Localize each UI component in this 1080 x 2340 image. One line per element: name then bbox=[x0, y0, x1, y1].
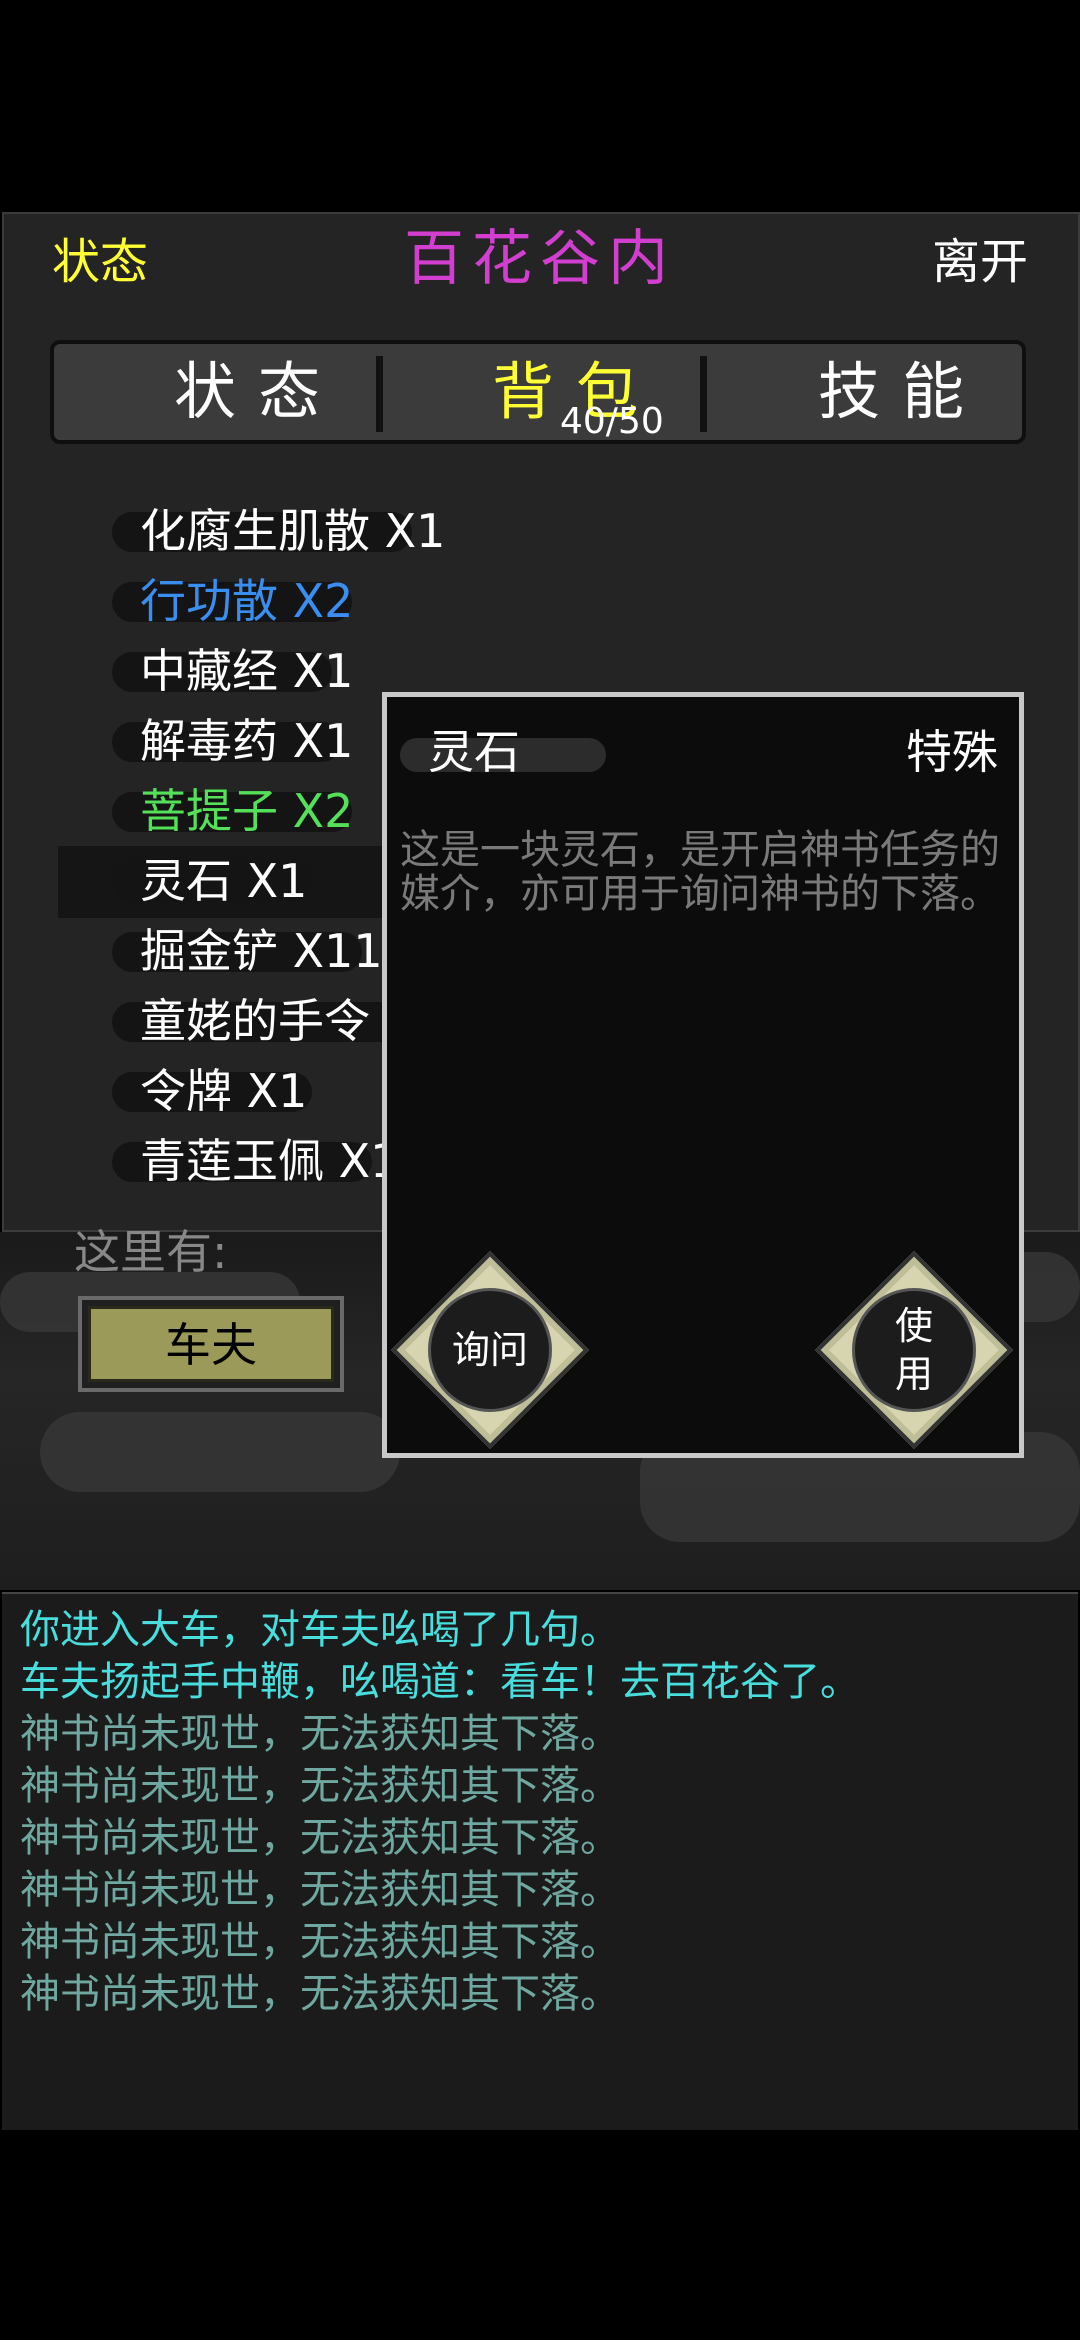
item-type: 特殊 bbox=[906, 725, 998, 779]
tab-bar: 状态 背包 技能 bbox=[50, 340, 1026, 444]
inventory-item[interactable]: 菩提子 X2 bbox=[140, 780, 353, 842]
tab-skills[interactable]: 技能 bbox=[742, 344, 1062, 440]
log-line: 神书尚未现世，无法获知其下落。 bbox=[20, 1711, 620, 1757]
use-label: 使 用 bbox=[852, 1288, 976, 1412]
bag-capacity: 40/50 bbox=[560, 401, 664, 442]
log-line: 你进入大车，对车夫吆喝了几句。 bbox=[20, 1607, 620, 1653]
inventory-item[interactable]: 令牌 X1 bbox=[140, 1060, 307, 1122]
log-line: 神书尚未现世，无法获知其下落。 bbox=[20, 1815, 620, 1861]
inventory-item[interactable]: 掘金铲 X11 bbox=[140, 920, 383, 982]
npc-coachman-button[interactable]: 车夫 bbox=[78, 1296, 344, 1392]
log-line: 神书尚未现世，无法获知其下落。 bbox=[20, 1763, 620, 1809]
inventory-item[interactable]: 灵石 X1 bbox=[140, 850, 307, 912]
tab-divider bbox=[700, 356, 707, 432]
ask-label: 询问 bbox=[428, 1288, 552, 1412]
item-description: 这是一块灵石，是开启神书任务的媒介，亦可用于询问神书的下落。 bbox=[400, 827, 1000, 917]
log-line: 车夫扬起手中鞭，吆喝道：看车！去百花谷了。 bbox=[20, 1659, 860, 1705]
use-button[interactable]: 使 用 bbox=[814, 1250, 1014, 1450]
tab-divider bbox=[376, 356, 383, 432]
smoke-decoration bbox=[40, 1412, 400, 1492]
npc-label: 车夫 bbox=[88, 1306, 334, 1382]
inventory-item[interactable]: 解毒药 X1 bbox=[140, 710, 353, 772]
log-line: 神书尚未现世，无法获知其下落。 bbox=[20, 1919, 620, 1965]
tab-status[interactable]: 状态 bbox=[98, 344, 418, 440]
inventory-item[interactable]: 中藏经 X1 bbox=[140, 640, 353, 702]
inventory-item[interactable]: 化腐生肌散 X1 bbox=[140, 500, 445, 562]
inventory-item[interactable]: 青莲玉佩 X1 bbox=[140, 1130, 399, 1192]
leave-button[interactable]: 离开 bbox=[932, 232, 1028, 292]
log-line: 神书尚未现世，无法获知其下落。 bbox=[20, 1867, 620, 1913]
inventory-item[interactable]: 行功散 X2 bbox=[140, 570, 353, 632]
log-line: 神书尚未现世，无法获知其下落。 bbox=[20, 1971, 620, 2017]
ask-button[interactable]: 询问 bbox=[390, 1250, 590, 1450]
here-label: 这里有: bbox=[74, 1225, 228, 1279]
item-name: 灵石 bbox=[428, 725, 520, 779]
location-title: 百花谷内 bbox=[404, 224, 676, 294]
